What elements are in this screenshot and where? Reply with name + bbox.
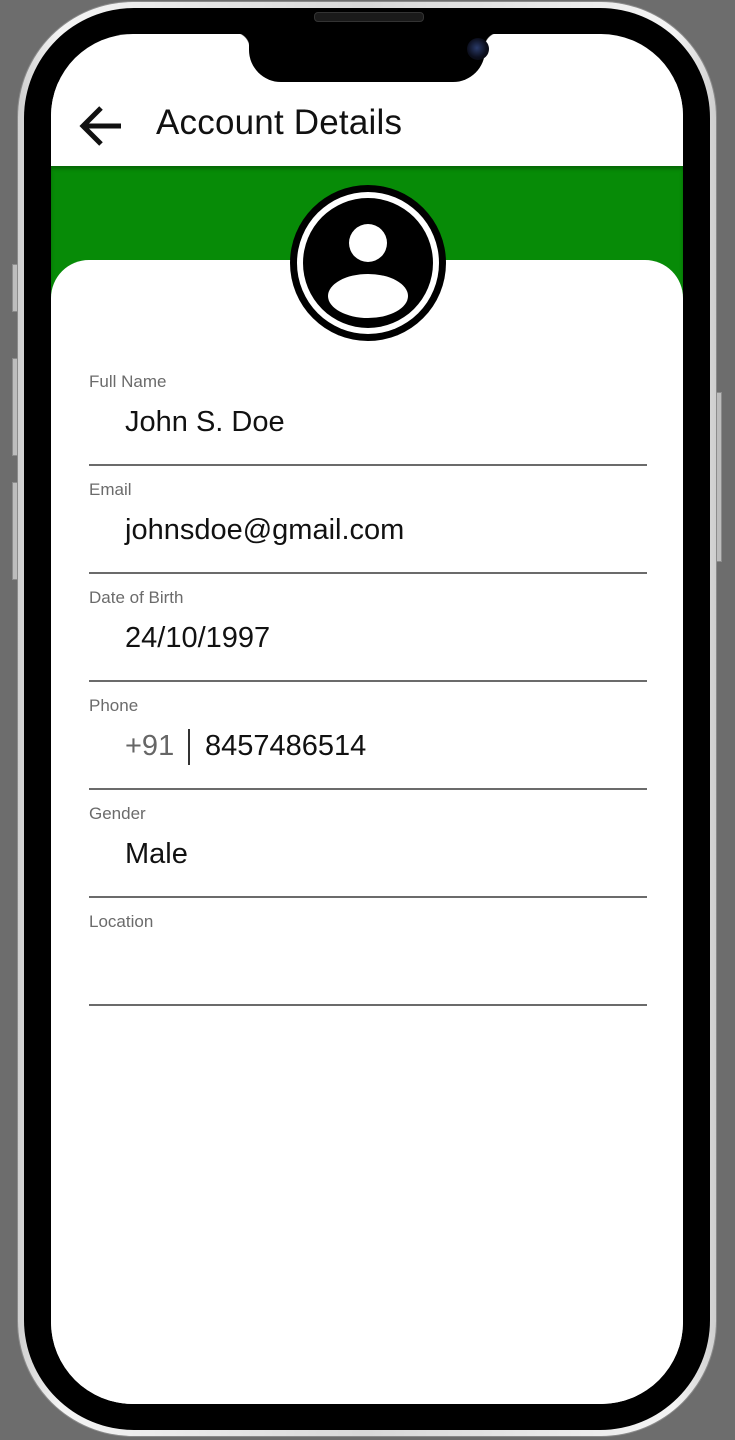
avatar-ring xyxy=(297,192,439,334)
location-field[interactable]: Location xyxy=(89,912,647,1006)
full-name-value: John S. Doe xyxy=(125,406,285,438)
page-title: Account Details xyxy=(156,103,403,142)
power-button xyxy=(716,392,722,562)
phone-field[interactable]: Phone +91 8457486514 xyxy=(89,696,647,790)
phone-label: Phone xyxy=(89,696,139,715)
account-circle-icon xyxy=(303,198,433,328)
email-field[interactable]: Email johnsdoe@gmail.com xyxy=(89,480,647,574)
notch-corner-left xyxy=(234,34,250,48)
notch xyxy=(249,34,489,82)
person-silhouette-icon xyxy=(328,224,408,318)
mute-switch xyxy=(12,264,18,312)
phone-number-value: 8457486514 xyxy=(205,730,367,762)
phone-divider xyxy=(188,729,190,765)
dob-value: 24/10/1997 xyxy=(125,622,271,654)
gender-label: Gender xyxy=(89,804,146,823)
dob-label: Date of Birth xyxy=(89,588,184,607)
location-label: Location xyxy=(89,912,154,931)
back-button[interactable] xyxy=(75,100,127,152)
full-name-label: Full Name xyxy=(89,372,167,391)
volume-up-button xyxy=(12,358,18,456)
email-value: johnsdoe@gmail.com xyxy=(125,514,405,546)
app-bar: Account Details xyxy=(51,82,683,166)
volume-down-button xyxy=(12,482,18,580)
gender-field[interactable]: Gender Male xyxy=(89,804,647,898)
speaker-grille xyxy=(314,12,424,22)
gender-value: Male xyxy=(125,838,188,870)
dob-field[interactable]: Date of Birth 24/10/1997 xyxy=(89,588,647,682)
app-screen: Account Details Full Name John S. Doe Em… xyxy=(51,34,683,1404)
avatar[interactable] xyxy=(290,185,446,341)
email-label: Email xyxy=(89,480,132,499)
camera-icon xyxy=(467,38,489,60)
full-name-field[interactable]: Full Name John S. Doe xyxy=(89,372,647,466)
country-code: +91 xyxy=(125,730,175,762)
arrow-left-icon xyxy=(79,106,121,146)
